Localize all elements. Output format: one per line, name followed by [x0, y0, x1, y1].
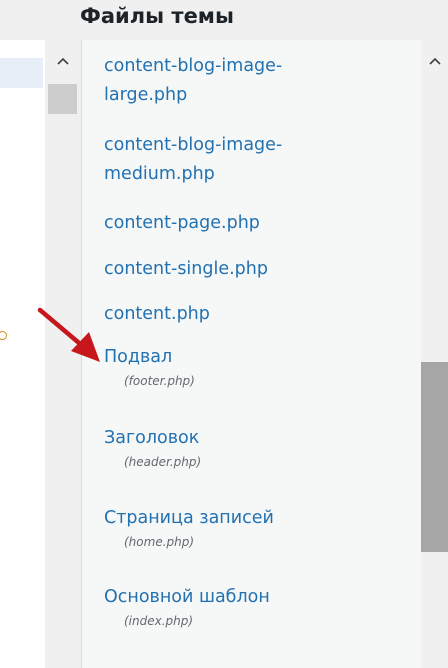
file-link-home[interactable]: Страница записей [104, 504, 404, 533]
scroll-up-button[interactable] [421, 46, 448, 76]
file-link-content-blog-image-medium[interactable]: content-blog-image-medium.php [104, 131, 404, 189]
list-item[interactable] [104, 664, 404, 668]
file-name-index: (index.php) [124, 614, 194, 628]
scroll-thumb[interactable] [421, 362, 448, 552]
code-editor-area[interactable] [0, 40, 45, 668]
list-item[interactable]: Основной шаблон (index.php) [104, 583, 404, 630]
file-name-footer: (footer.php) [124, 374, 195, 388]
file-link-content-blog-image-large[interactable]: content-blog-image-large.php [104, 52, 404, 110]
scroll-thumb[interactable] [48, 84, 77, 114]
scroll-up-button[interactable] [45, 46, 81, 76]
file-link-partial[interactable] [104, 664, 404, 668]
editor-scrollbar[interactable] [45, 40, 81, 668]
header-bar: Файлы темы [0, 0, 448, 40]
file-link-index[interactable]: Основной шаблон [104, 583, 404, 612]
list-item[interactable]: content.php [104, 300, 404, 329]
list-item[interactable]: content-blog-image-medium.php [104, 131, 404, 189]
line-marker-icon [0, 331, 7, 340]
list-item[interactable]: Заголовок (header.php) [104, 424, 404, 471]
file-list-pane: content-blog-image-large.php content-blo… [81, 40, 421, 668]
file-link-footer[interactable]: Подвал [104, 343, 404, 372]
chevron-up-icon [57, 57, 69, 65]
list-item[interactable]: Подвал (footer.php) [104, 343, 404, 390]
file-list-scrollbar[interactable] [421, 40, 448, 668]
file-link-content-single[interactable]: content-single.php [104, 255, 404, 284]
file-link-content[interactable]: content.php [104, 300, 404, 329]
theme-files-panel: Файлы темы content-blog-image-large.php … [0, 0, 448, 668]
chevron-up-icon [428, 57, 441, 65]
list-item[interactable]: content-blog-image-large.php [104, 52, 404, 110]
list-item[interactable]: Страница записей (home.php) [104, 504, 404, 551]
file-link-header[interactable]: Заголовок [104, 424, 404, 453]
list-item[interactable]: content-page.php [104, 209, 404, 238]
panel-title: Файлы темы [80, 4, 234, 28]
list-item[interactable]: content-single.php [104, 255, 404, 284]
file-name-header: (header.php) [124, 455, 202, 469]
selected-line-highlight [0, 58, 43, 88]
file-link-content-page[interactable]: content-page.php [104, 209, 404, 238]
file-name-home: (home.php) [124, 535, 195, 549]
